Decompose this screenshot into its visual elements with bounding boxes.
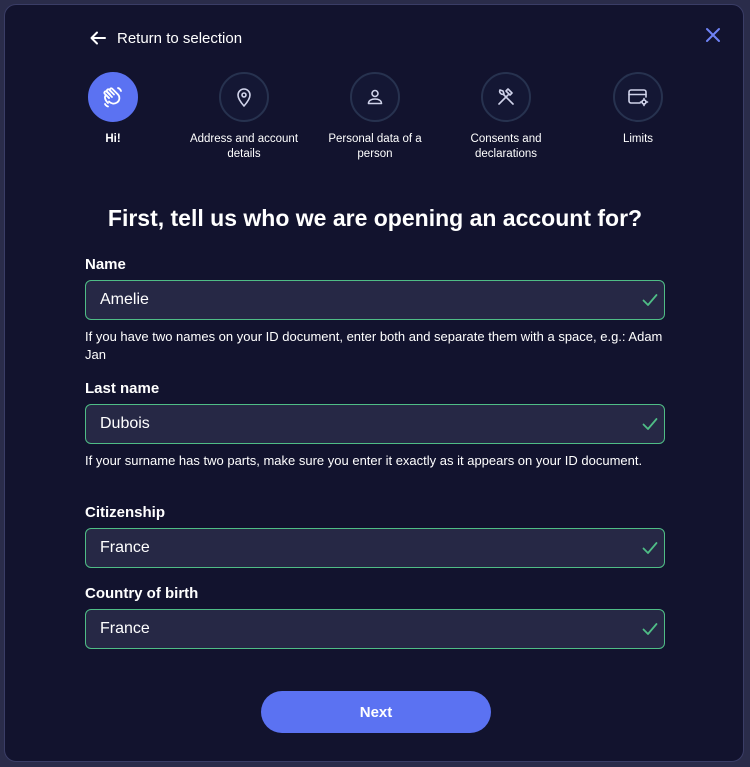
step-label-consents: Consents and declarations	[470, 133, 542, 160]
citizenship-input[interactable]: France	[85, 528, 665, 568]
account-opening-modal: Return to selection Hi! Address and acco…	[4, 4, 744, 762]
last-name-hint: If your surname has two parts, make sure…	[85, 453, 643, 468]
person-icon	[350, 72, 400, 122]
citizenship-label: Citizenship	[85, 504, 166, 521]
step-address: Address and account details	[189, 72, 299, 162]
return-to-selection-link[interactable]: Return to selection	[89, 29, 242, 47]
card-settings-icon	[613, 72, 663, 122]
last-name-label: Last name	[85, 380, 160, 397]
return-to-selection-label: Return to selection	[117, 29, 243, 47]
step-hi: Hi!	[58, 72, 168, 147]
step-label-hi: Hi!	[105, 133, 121, 145]
name-hint: If you have two names on your ID documen…	[85, 329, 663, 362]
wave-hand-icon	[88, 72, 138, 122]
arrow-left-icon	[89, 29, 107, 47]
tools-icon	[481, 72, 531, 122]
last-name-input[interactable]: Dubois	[85, 404, 665, 444]
close-icon[interactable]	[703, 25, 723, 45]
next-button[interactable]: Next	[261, 691, 491, 733]
name-value: Amelie	[100, 291, 149, 308]
step-consents: Consents and declarations	[451, 72, 561, 162]
step-label-address: Address and account details	[189, 133, 299, 160]
citizenship-value: France	[100, 539, 150, 556]
check-icon	[642, 293, 658, 312]
location-pin-icon	[219, 72, 269, 122]
country-of-birth-value: France	[100, 620, 150, 637]
page-title: First, tell us who we are opening an acc…	[107, 205, 643, 231]
step-personal-data: Personal data of a person	[320, 72, 430, 162]
check-icon	[642, 541, 658, 560]
check-icon	[642, 622, 658, 641]
country-of-birth-input[interactable]: France	[85, 609, 665, 649]
check-icon	[642, 417, 658, 436]
step-limits: Limits	[583, 72, 693, 147]
step-label-personal-data: Personal data of a person	[328, 133, 422, 160]
name-label: Name	[85, 256, 126, 273]
country-of-birth-label: Country of birth	[85, 585, 199, 602]
last-name-value: Dubois	[100, 415, 150, 432]
progress-stepper: Hi! Address and account details Personal…	[5, 72, 743, 182]
step-label-limits: Limits	[622, 133, 654, 145]
name-input[interactable]: Amelie	[85, 280, 665, 320]
